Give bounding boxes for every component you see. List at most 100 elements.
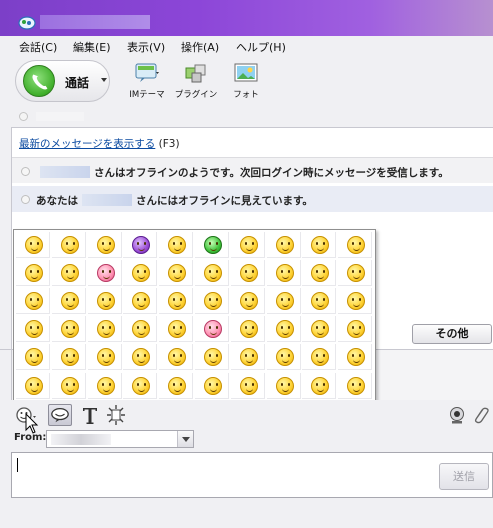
message-input[interactable] [11, 452, 493, 498]
font-t-icon [83, 408, 97, 424]
nudge-button[interactable] [104, 404, 128, 426]
recent-messages-link[interactable]: 最新のメッセージを表示する [19, 138, 155, 150]
emoticon-cell[interactable] [195, 316, 229, 343]
emoticon-icon [96, 320, 115, 339]
menu-view[interactable]: 表示(V) [127, 39, 165, 55]
attach-button[interactable] [469, 404, 493, 426]
emoticon-icon [132, 236, 151, 254]
emoticon-cell[interactable] [159, 260, 194, 287]
emoticon-cell[interactable] [87, 372, 122, 399]
send-button[interactable]: 送信 [439, 463, 489, 490]
system-message: さんはオフラインのようです。次回ログイン時にメッセージを受信します。 [12, 157, 493, 183]
emoticon-cell[interactable] [51, 288, 86, 315]
emoticon-cell[interactable] [123, 232, 158, 258]
status-offline-icon [19, 112, 28, 121]
emoticon-cell[interactable] [230, 372, 265, 399]
emoticon-cell[interactable] [230, 232, 265, 258]
emoticon-cell[interactable] [302, 316, 337, 343]
chevron-down-icon[interactable] [101, 78, 107, 82]
emoticon-icon [25, 320, 43, 339]
emoticon-cell[interactable] [338, 344, 373, 371]
emoticon-cell[interactable] [302, 372, 337, 399]
emoticon-cell[interactable] [87, 344, 122, 371]
chevron-down-icon[interactable] [177, 431, 193, 447]
emoticon-cell[interactable] [302, 344, 337, 371]
emoticon-cell[interactable] [16, 344, 50, 371]
emoticon-cell[interactable] [87, 260, 122, 287]
emoticon-cell[interactable] [159, 232, 194, 258]
emoticon-cell[interactable] [230, 260, 265, 287]
emoticon-cell[interactable] [87, 316, 122, 343]
menu-help[interactable]: ヘルプ(H) [236, 39, 286, 55]
emoticon-cell[interactable] [159, 344, 194, 371]
from-account-select[interactable] [46, 430, 194, 448]
emoticon-cell[interactable] [123, 344, 158, 371]
emoticon-cell[interactable] [195, 260, 229, 287]
emoticon-cell[interactable] [16, 316, 50, 343]
emoticon-cell[interactable] [87, 232, 122, 258]
emoticon-cell[interactable] [338, 372, 373, 399]
emoticon-icon [347, 236, 366, 254]
emoticon-cell[interactable] [51, 260, 86, 287]
messenger-window: 会話(C) 編集(E) 表示(V) 操作(A) ヘルプ(H) 通話 IMテーマ [0, 0, 493, 528]
emoticon-cell[interactable] [195, 372, 229, 399]
font-button[interactable] [78, 404, 102, 426]
emoticon-icon [60, 376, 79, 395]
emoticon-cell[interactable] [338, 288, 373, 315]
emoticon-cell[interactable] [123, 288, 158, 315]
emoticon-cell[interactable] [230, 344, 265, 371]
title-bar [0, 0, 493, 36]
emoticon-cell[interactable] [230, 316, 265, 343]
emoticon-cell[interactable] [302, 288, 337, 315]
emoticon-cell[interactable] [16, 288, 50, 315]
emoticon-cell[interactable] [159, 372, 194, 399]
menu-edit[interactable]: 編集(E) [73, 39, 111, 55]
emoticon-cell[interactable] [51, 316, 86, 343]
emoticon-cell[interactable] [338, 316, 373, 343]
emoticon-cell[interactable] [266, 344, 301, 371]
call-button[interactable]: 通話 [15, 60, 110, 102]
plugin-icon [185, 64, 206, 83]
menu-actions[interactable]: 操作(A) [181, 39, 219, 55]
emoticon-cell[interactable] [51, 232, 86, 258]
emoticon-cell[interactable] [266, 232, 301, 258]
emoticon-cell[interactable] [302, 232, 337, 258]
emoticon-cell[interactable] [195, 344, 229, 371]
emoticon-cell[interactable] [195, 232, 229, 258]
emoticon-cell[interactable] [266, 288, 301, 315]
emoticon-cell[interactable] [87, 288, 122, 315]
info-bullet-icon [21, 195, 30, 204]
emoticon-cell[interactable] [51, 344, 86, 371]
emoticon-cell[interactable] [266, 372, 301, 399]
more-emoticons-button[interactable]: その他 [412, 324, 492, 344]
emoticon-icon [239, 292, 258, 311]
emoticon-cell[interactable] [302, 260, 337, 287]
menu-conversation[interactable]: 会話(C) [19, 39, 57, 55]
recent-messages-shortcut: (F3) [158, 138, 180, 150]
emoticon-cell[interactable] [338, 232, 373, 258]
emoticon-icon [132, 320, 151, 339]
emoticon-cell[interactable] [16, 232, 50, 258]
emoticon-icon [311, 320, 330, 339]
emoticon-cell[interactable] [16, 260, 50, 287]
emoticon-icon [204, 292, 222, 311]
emoticon-cell[interactable] [51, 372, 86, 399]
emoticon-cell[interactable] [16, 372, 50, 399]
emoticon-cell[interactable] [123, 316, 158, 343]
im-theme-icon [135, 63, 159, 82]
system-message: あなたは さんにはオフラインに見えています。 [12, 186, 493, 212]
emoticon-cell[interactable] [159, 288, 194, 315]
emoticon-cell[interactable] [123, 260, 158, 287]
emoticon-cell[interactable] [123, 372, 158, 399]
photo-label: フォト [233, 90, 259, 100]
wink-button[interactable] [48, 404, 72, 426]
emoticon-icon [132, 376, 151, 395]
emoticon-cell[interactable] [266, 260, 301, 287]
emoticon-cell[interactable] [266, 316, 301, 343]
emoticon-cell[interactable] [159, 316, 194, 343]
photo-button[interactable]: フォト [216, 62, 276, 102]
emoticon-cell[interactable] [195, 288, 229, 315]
webcam-button[interactable] [445, 404, 469, 426]
emoticon-cell[interactable] [338, 260, 373, 287]
emoticon-cell[interactable] [230, 288, 265, 315]
